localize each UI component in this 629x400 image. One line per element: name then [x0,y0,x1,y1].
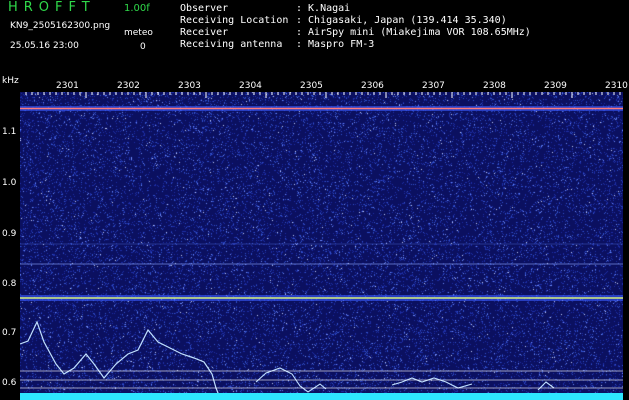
header-panel: HROFFT 1.00f KN9_2505162300.png 25.05.16… [0,0,629,78]
x-tick-label: 2304 [239,81,262,91]
location-value: : Chigasaki, Japan (139.414 35.340) [296,15,507,26]
receiver-value: : AirSpy mini (Miakejima VOR 108.65MHz) [296,27,531,38]
location-label: Receiving Location [180,15,289,26]
signal-trace [537,381,555,391]
x-tick-label: 2308 [483,81,506,91]
antenna-value: : Maspro FM-3 [296,39,375,50]
app-version: 1.00f [124,3,150,14]
y-tick-label: 1.0 [2,178,17,188]
antenna-label: Receiving antenna [180,39,283,50]
spectrogram-plot [20,92,623,400]
y-tick-label: 0.9 [2,229,17,239]
noise-floor [20,393,623,400]
observer-value: : K.Nagai [296,3,351,14]
x-tick-label: 2301 [56,81,79,91]
y-tick-label: 1.1 [2,127,17,137]
x-tick-label: 2302 [117,81,140,91]
observer-label: Observer [180,3,229,14]
signal-trace [391,377,473,389]
x-tick-label: 2305 [300,81,323,91]
signal-trace [20,320,221,399]
spectrogram-overlay [20,92,623,400]
x-tick-label: 2307 [422,81,445,91]
receiver-label: Receiver [180,27,229,38]
datetime: 25.05.16 23:00 [10,41,79,51]
y-tick-label: 0.8 [2,279,17,289]
y-unit-label: kHz [2,76,19,86]
y-tick-label: 0.6 [2,378,17,388]
y-tick-label: 0.7 [2,328,17,338]
meteor-count: 0 [140,42,146,52]
x-tick-label: 2306 [361,81,384,91]
x-tick-label: 2303 [178,81,201,91]
x-tick-label: 2310 [605,81,628,91]
x-tick-label: 2309 [544,81,567,91]
app-name: HROFFT [8,0,96,15]
file-name: KN9_2505162300.png [10,21,111,31]
meteor-label: meteo [124,28,153,38]
